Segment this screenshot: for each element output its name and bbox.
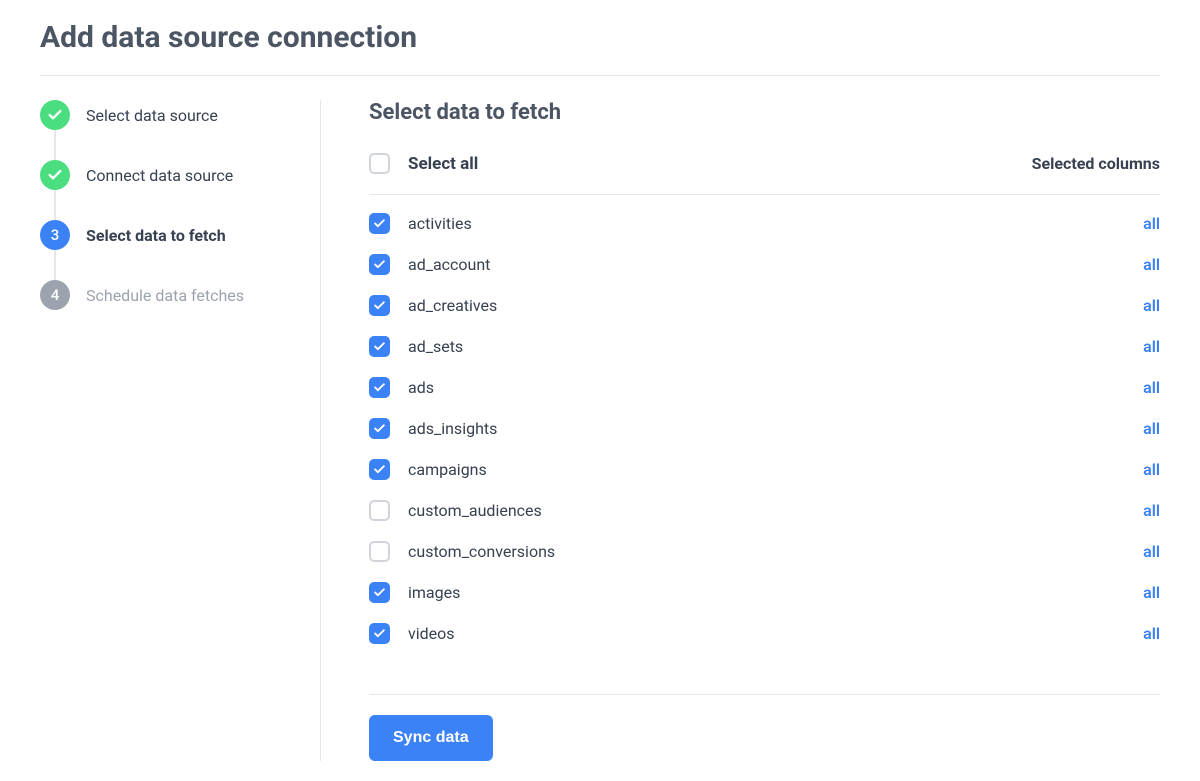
wizard-step-2[interactable]: Connect data source [40,160,300,190]
step-number-badge: 4 [40,280,70,310]
step-label: Select data source [86,106,218,125]
step-label: Schedule data fetches [86,286,244,305]
row-label: activities [408,214,472,233]
data-row: ads all [369,367,1160,408]
wizard-step-1[interactable]: Select data source [40,100,300,130]
columns-all-link[interactable]: all [1143,337,1160,356]
data-row: ad_account all [369,244,1160,285]
row-label: ads [408,378,434,397]
columns-all-link[interactable]: all [1143,542,1160,561]
row-checkbox[interactable] [369,582,390,603]
data-row: ad_sets all [369,326,1160,367]
row-checkbox[interactable] [369,623,390,644]
row-label: ads_insights [408,419,497,438]
data-row: ad_creatives all [369,285,1160,326]
columns-all-link[interactable]: all [1143,255,1160,274]
columns-all-link[interactable]: all [1143,460,1160,479]
data-row-left: custom_conversions [369,541,555,562]
data-row-left: custom_audiences [369,500,542,521]
data-row: videos all [369,613,1160,654]
row-checkbox[interactable] [369,418,390,439]
step-number-badge: 3 [40,220,70,250]
row-label: ad_sets [408,337,463,356]
data-row: custom_conversions all [369,531,1160,572]
page-title: Add data source connection [40,20,1160,55]
wizard-step-3[interactable]: 3 Select data to fetch [40,220,300,250]
row-label: custom_audiences [408,501,542,520]
step-connector [54,250,56,280]
data-row-left: images [369,582,460,603]
select-all-checkbox[interactable] [369,153,390,174]
data-row-left: ad_account [369,254,490,275]
data-row-left: ad_sets [369,336,463,357]
row-checkbox[interactable] [369,254,390,275]
steps-list: Select data source Connect data source 3 Se… [40,100,300,310]
row-checkbox[interactable] [369,377,390,398]
step-check-icon [40,160,70,190]
main-panel: Select data to fetch Select all Selected… [320,100,1160,761]
data-row-left: campaigns [369,459,487,480]
title-divider [40,75,1160,76]
row-label: ad_creatives [408,296,497,315]
wizard-step-4[interactable]: 4 Schedule data fetches [40,280,300,310]
content-wrapper: Select data source Connect data source 3 Se… [40,100,1160,761]
row-label: ad_account [408,255,490,274]
data-row: campaigns all [369,449,1160,490]
step-connector [54,190,56,220]
data-row-left: ads [369,377,434,398]
columns-all-link[interactable]: all [1143,296,1160,315]
row-label: campaigns [408,460,487,479]
columns-all-link[interactable]: all [1143,419,1160,438]
columns-all-link[interactable]: all [1143,501,1160,520]
selected-columns-header: Selected columns [1032,154,1160,173]
columns-all-link[interactable]: all [1143,214,1160,233]
row-checkbox[interactable] [369,336,390,357]
data-row: ads_insights all [369,408,1160,449]
wizard-sidebar: Select data source Connect data source 3 Se… [40,100,320,761]
data-row-left: ads_insights [369,418,497,439]
data-row: images all [369,572,1160,613]
columns-all-link[interactable]: all [1143,583,1160,602]
columns-all-link[interactable]: all [1143,378,1160,397]
row-checkbox[interactable] [369,500,390,521]
data-row: activities all [369,203,1160,244]
step-label: Connect data source [86,166,233,185]
select-all-left: Select all [369,153,478,174]
data-row-left: videos [369,623,455,644]
data-rows-list: activitiesallad_accountallad_creativesal… [369,203,1160,654]
step-connector [54,130,56,160]
columns-all-link[interactable]: all [1143,624,1160,643]
row-checkbox[interactable] [369,541,390,562]
step-label: Select data to fetch [86,226,226,245]
step-check-icon [40,100,70,130]
section-title: Select data to fetch [369,100,1160,125]
data-row-left: activities [369,213,472,234]
row-checkbox[interactable] [369,459,390,480]
select-all-label: Select all [408,154,478,174]
data-row: custom_audiences all [369,490,1160,531]
row-label: images [408,583,460,602]
row-checkbox[interactable] [369,213,390,234]
select-all-row: Select all Selected columns [369,153,1160,195]
row-label: custom_conversions [408,542,555,561]
sync-data-button[interactable]: Sync data [369,715,493,761]
row-label: videos [408,624,455,643]
data-row-left: ad_creatives [369,295,497,316]
row-checkbox[interactable] [369,295,390,316]
